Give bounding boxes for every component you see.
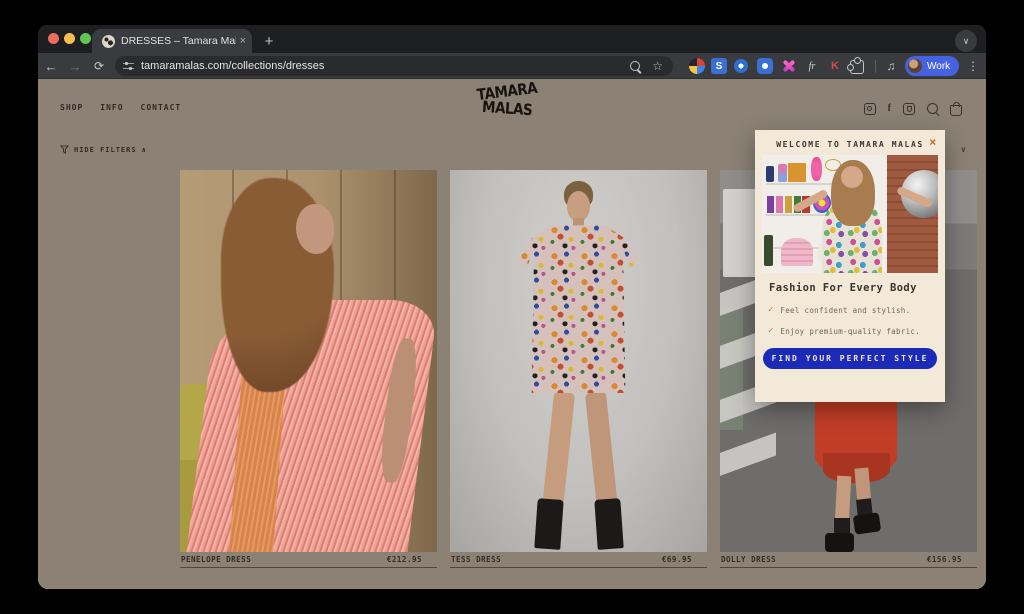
book-spine [767,196,774,213]
product-name: TESS DRESS [451,555,501,564]
extension-k-icon[interactable]: K [827,58,843,74]
product-name: PENELOPE DRESS [181,555,251,564]
nav-contact-link[interactable]: CONTACT [141,103,182,112]
extension-colorwheel-icon[interactable] [689,58,705,74]
screenshot-canvas: DRESSES – Tamara Malas × + ∨ ← → ⟳ tamar… [0,0,1024,614]
product-price: €212.95 [387,555,422,564]
welcome-popup: WELCOME TO TAMARA MALAS × [755,130,945,402]
bookmark-star-icon[interactable]: ☆ [652,60,663,72]
toolbar-separator [875,60,876,73]
bottle-shape [764,235,773,266]
product-price: €69.95 [662,555,692,564]
floral-dress-shape [517,225,640,393]
web-page: SHOP INFO CONTACT TAMARA MALAS f HIDE FI… [38,79,986,589]
product-card-tess[interactable]: TESS DRESS €69.95 [450,170,707,568]
black-boot-shape [534,498,563,549]
extensions-puzzle-icon[interactable] [850,60,864,74]
tab-title: DRESSES – Tamara Malas [121,35,236,47]
media-controls-icon[interactable]: ♫ [883,58,899,74]
zoom-window-button[interactable] [80,33,91,44]
facebook-icon[interactable]: f [888,103,891,114]
popup-header-text: WELCOME TO TAMARA MALAS [776,140,924,149]
forward-button[interactable]: → [64,53,86,79]
product-card-penelope[interactable]: PENELOPE DRESS €212.95 [180,170,437,568]
product-caption: PENELOPE DRESS €212.95 [180,555,437,568]
tab-strip: DRESSES – Tamara Malas × + ∨ [38,25,986,53]
benefit-item: ✓ Enjoy premium-quality fabric. [768,326,945,336]
extension-fr-icon[interactable]: fr [804,58,820,74]
logo-line2: MALAS [481,100,532,119]
profile-chip[interactable]: Work [905,56,959,76]
benefit-item: ✓ Feel confident and stylish. [768,305,945,315]
cart-bag-icon[interactable] [950,105,962,116]
popup-photo [762,155,938,273]
black-shoe-shape [852,512,880,534]
check-icon: ✓ [768,326,773,336]
model-face-shape [296,204,335,254]
check-icon: ✓ [768,305,773,315]
book-spine [785,196,792,213]
filter-toggle-label: HIDE FILTERS [74,146,137,154]
benefit-text: Enjoy premium-quality fabric. [780,327,920,336]
new-tab-button[interactable]: + [258,30,280,52]
woman-face-shape [841,166,863,188]
sort-chevron-down-icon[interactable]: ∨ [961,145,966,154]
orange-book-shape [788,163,806,182]
extension-s-icon[interactable]: S [711,58,727,74]
nav-info-link[interactable]: INFO [100,103,123,112]
pink-pompom-shape [811,157,822,181]
tiktok-icon[interactable] [903,103,915,115]
address-bar[interactable]: tamaramalas.com/collections/dresses ☆ [115,56,673,76]
extension-camera-icon[interactable] [757,58,773,74]
product-photo[interactable] [450,170,707,552]
site-info-icon[interactable] [123,61,134,71]
product-name: DOLLY DRESS [721,555,776,564]
tab-search-button[interactable]: ∨ [955,30,977,52]
black-shoe-shape [825,533,853,552]
minimize-window-button[interactable] [64,33,75,44]
extension-x-icon[interactable] [781,58,797,74]
pink-cake-shape [781,238,813,266]
tab-favicon-icon [102,35,115,48]
product-photo[interactable] [180,170,437,552]
url-text: tamaramalas.com/collections/dresses [141,60,630,72]
find-style-button[interactable]: FIND YOUR PERFECT STYLE [763,348,937,369]
profile-label: Work [927,61,950,72]
extension-blue-circle-icon[interactable] [734,59,748,73]
benefit-text: Feel confident and stylish. [780,306,910,315]
site-logo[interactable]: TAMARA MALAS [467,83,547,116]
browser-tab[interactable]: DRESSES – Tamara Malas × [92,29,252,53]
reload-button[interactable]: ⟳ [88,53,110,79]
product-caption: TESS DRESS €69.95 [450,555,707,568]
search-icon[interactable] [630,61,640,71]
book-spine [776,196,783,213]
vase-shape [778,164,787,182]
site-search-icon[interactable] [927,103,938,114]
popup-header: WELCOME TO TAMARA MALAS × [755,136,945,152]
browser-window: DRESSES – Tamara Malas × + ∨ ← → ⟳ tamar… [38,25,986,589]
chevron-up-icon: ∧ [142,146,147,154]
funnel-icon [60,145,69,154]
browser-toolbar: ← → ⟳ tamaramalas.com/collections/dresse… [38,53,986,79]
nav-shop-link[interactable]: SHOP [60,103,83,112]
browser-menu-icon[interactable]: ⋮ [967,59,979,73]
popup-close-icon[interactable]: × [929,135,938,149]
header-icons: f [864,101,962,116]
site-nav: SHOP INFO CONTACT [60,103,181,112]
black-boot-shape [595,498,624,549]
instagram-icon[interactable] [864,103,876,115]
blue-bottle-shape [766,166,775,183]
close-window-button[interactable] [48,33,59,44]
tab-close-icon[interactable]: × [240,36,246,47]
popup-title: Fashion For Every Body [769,282,945,294]
product-price: €156.95 [927,555,962,564]
product-caption: DOLLY DRESS €156.95 [720,555,977,568]
filter-toggle[interactable]: HIDE FILTERS ∧ [60,145,147,154]
avatar [908,59,922,73]
back-button[interactable]: ← [40,53,62,79]
